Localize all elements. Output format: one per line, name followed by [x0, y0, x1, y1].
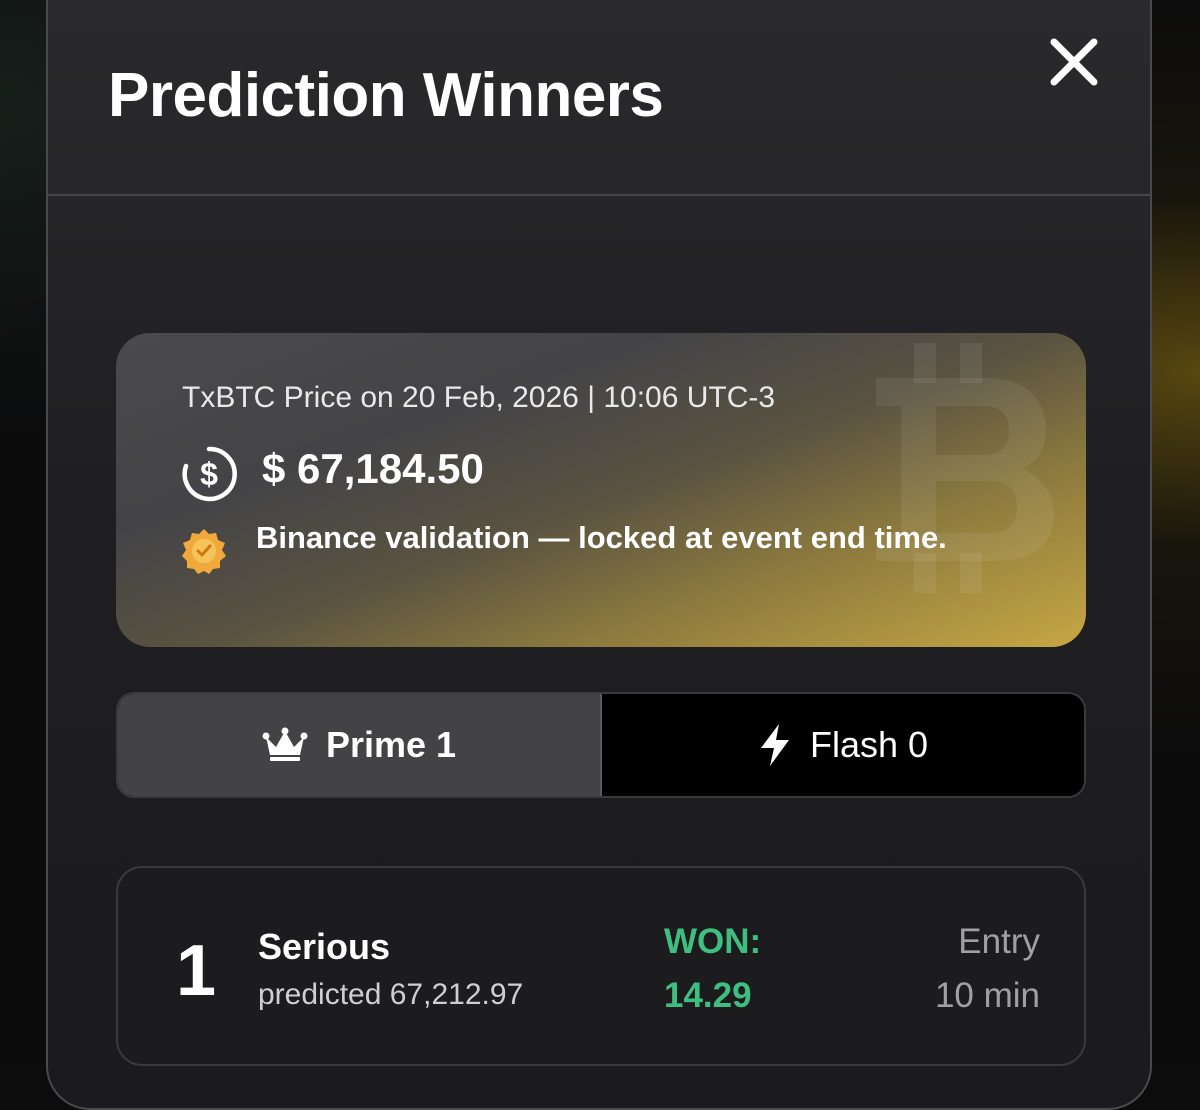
winner-prediction: predicted 67,212.97	[258, 978, 524, 1011]
price-card: TxBTC Price on 20 Feb, 2026 | 10:06 UTC-…	[116, 333, 1086, 647]
winner-row[interactable]: 1 Serious predicted 67,212.97 WON: 14.29…	[116, 866, 1086, 1066]
header-divider	[48, 194, 1150, 196]
validation-text: Binance validation — locked at event end…	[256, 520, 947, 555]
close-button[interactable]	[1044, 32, 1104, 92]
won-value: 14.29	[664, 976, 752, 1015]
prediction-winners-modal: Prediction Winners TxBTC Price on 20 Feb…	[46, 0, 1152, 1110]
crown-icon	[262, 727, 308, 761]
won-label: WON:	[664, 922, 762, 961]
winner-name: Serious	[258, 926, 391, 967]
btc-price-value: $ 67,184.50	[262, 445, 484, 492]
entry-label: Entry	[958, 922, 1040, 961]
tab-prime[interactable]: Prime 1	[118, 694, 602, 796]
winner-tabs: Prime 1 Flash 0	[116, 692, 1086, 798]
tab-prime-label: Prime 1	[325, 724, 457, 765]
lightning-icon	[760, 724, 789, 766]
verified-badge-icon	[182, 529, 226, 574]
close-icon	[1050, 38, 1098, 86]
svg-text:$: $	[200, 456, 218, 492]
tab-flash[interactable]: Flash 0	[602, 694, 1084, 796]
tab-flash-label: Flash 0	[809, 724, 929, 765]
modal-title: Prediction Winners	[108, 61, 664, 130]
entry-value: 10 min	[934, 976, 1040, 1015]
winner-rank: 1	[176, 931, 217, 1011]
dollar-circle-icon: $	[182, 446, 237, 502]
price-date-line: TxBTC Price on 20 Feb, 2026 | 10:06 UTC-…	[182, 381, 776, 414]
